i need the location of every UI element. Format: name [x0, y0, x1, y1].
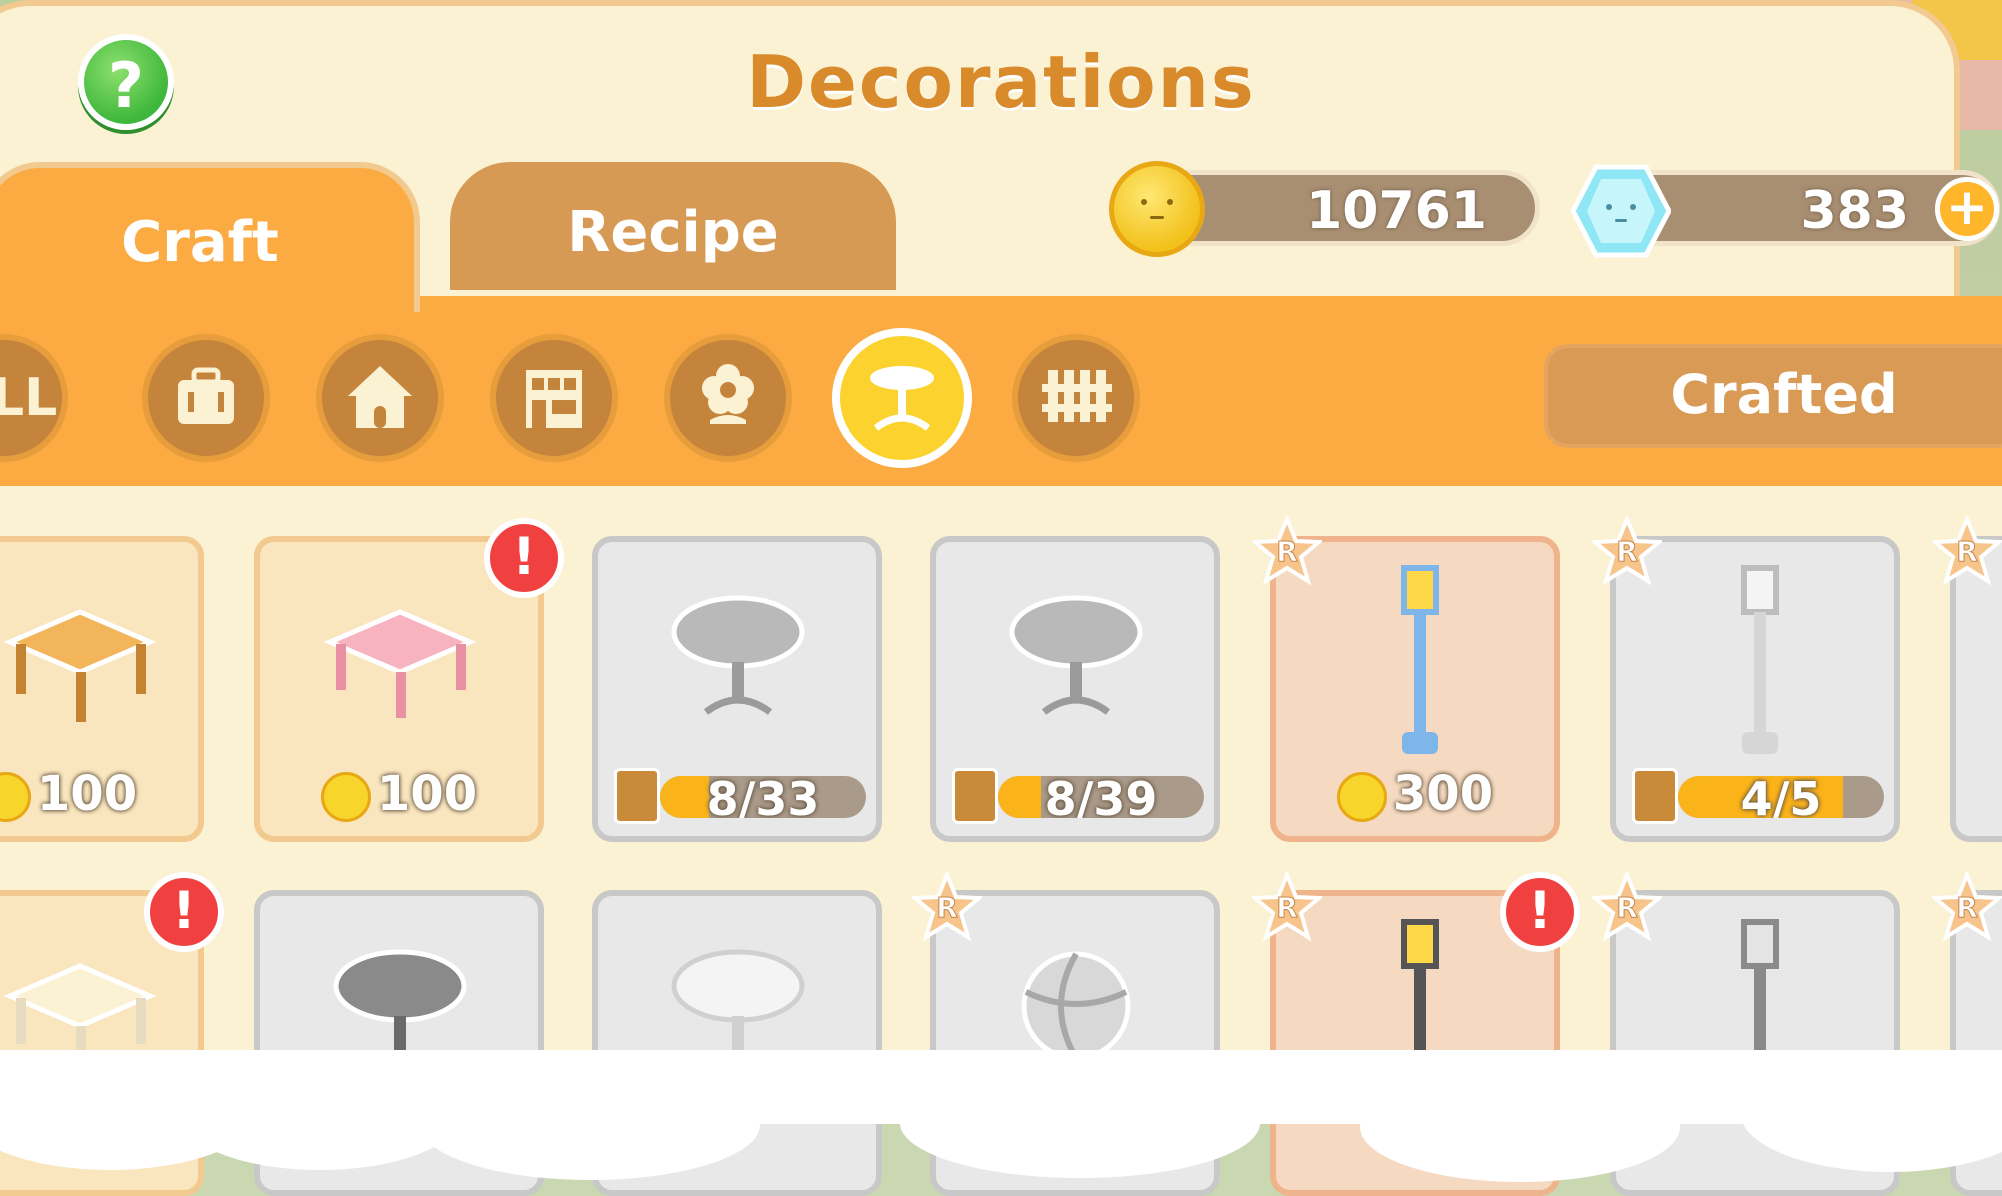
gem-icon	[1571, 164, 1671, 258]
coin-icon	[320, 772, 371, 822]
coin-counter: 10761	[1109, 161, 1540, 257]
round-table-grey-image	[671, 595, 805, 715]
category-houses-button[interactable]	[316, 334, 444, 462]
svg-text:R: R	[1956, 535, 1978, 568]
tab-recipe[interactable]: Recipe	[450, 162, 896, 290]
progress-text: 8/33	[706, 776, 820, 818]
coin-amount: 10761	[1306, 181, 1487, 241]
round-table-grey-2-image	[1009, 595, 1143, 715]
progress-text: 4/5	[1740, 776, 1822, 818]
new-item-alert: !	[144, 872, 224, 952]
pink-table-image	[323, 609, 477, 718]
item-card[interactable]: 100	[0, 536, 204, 842]
category-plants-button[interactable]	[664, 334, 792, 462]
craft-progress-bar: 8/33	[660, 776, 866, 818]
item-card[interactable]: 8/39	[930, 536, 1220, 842]
wooden-table-image	[3, 609, 157, 722]
progress-text: 8/39	[1044, 776, 1158, 818]
rare-star-icon: R	[1932, 516, 2002, 586]
item-card[interactable]: 8/33	[592, 536, 882, 842]
lamp-icon	[1632, 768, 1678, 824]
category-shops-button[interactable]	[490, 334, 618, 462]
tab-craft[interactable]: Craft	[0, 162, 420, 312]
category-fences-button[interactable]	[1012, 334, 1140, 462]
svg-text:R: R	[1276, 535, 1298, 568]
svg-text:R: R	[1276, 891, 1298, 924]
rare-star-icon: R	[1252, 516, 1322, 586]
item-price: 100	[260, 766, 538, 822]
craft-progress-bar: 8/39	[998, 776, 1204, 818]
rare-star-icon: R	[1592, 516, 1662, 586]
item-price: 100	[0, 766, 198, 822]
new-item-alert: !	[1500, 872, 1580, 952]
item-price: 300	[1276, 766, 1554, 822]
gem-amount: 383	[1800, 181, 1909, 241]
cloud-border	[180, 1060, 460, 1170]
coin-icon	[1109, 161, 1205, 257]
rare-star-icon: R	[912, 872, 982, 942]
table-icon	[870, 366, 934, 431]
rare-star-icon: R	[1932, 872, 2002, 942]
gem-counter: 383 +	[1571, 164, 2000, 258]
svg-text:R: R	[1616, 535, 1638, 568]
white-street-lamp-image	[1741, 565, 1779, 754]
craft-progress-bar: 4/5	[1678, 776, 1884, 818]
blue-street-lamp-image	[1401, 565, 1439, 754]
coin-icon	[0, 772, 31, 822]
category-bags-button[interactable]	[142, 334, 270, 462]
crafted-filter-button[interactable]: Crafted	[1544, 344, 2002, 448]
add-gems-button[interactable]: +	[1935, 177, 1999, 241]
category-tables-button[interactable]	[832, 328, 972, 468]
cloud-border	[420, 1070, 760, 1180]
coin-icon	[1336, 772, 1387, 822]
suitcase-icon	[178, 367, 234, 424]
svg-text:R: R	[1616, 891, 1638, 924]
cloud-border	[900, 1068, 1260, 1178]
cloud-border	[1360, 1072, 1680, 1182]
table-icon	[614, 768, 660, 824]
panel-title: Decorations	[746, 40, 1256, 124]
svg-text:R: R	[1956, 891, 1978, 924]
table-icon	[952, 768, 998, 824]
shop-building-icon	[526, 370, 582, 428]
flower-icon	[702, 364, 754, 424]
rare-star-icon: R	[1592, 872, 1662, 942]
new-item-alert: !	[484, 518, 564, 598]
fence-icon	[1042, 370, 1112, 422]
rare-star-icon: R	[1252, 872, 1322, 942]
svg-text:R: R	[936, 891, 958, 924]
house-icon	[348, 366, 412, 428]
